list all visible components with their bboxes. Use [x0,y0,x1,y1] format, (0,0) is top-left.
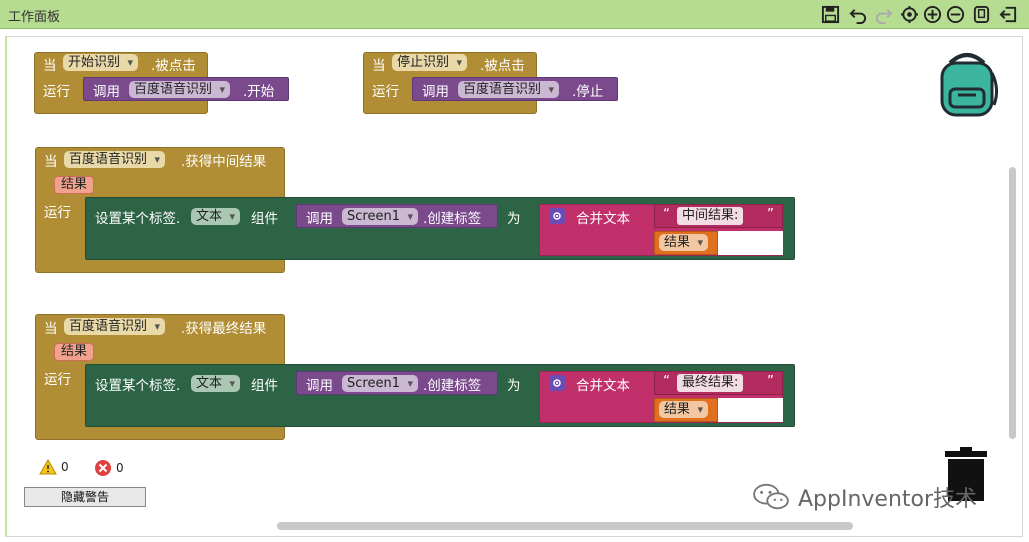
property-dropdown-text[interactable]: 文本 [191,208,241,225]
string-value-final[interactable]: 最终结果: [677,374,744,392]
button-dropdown-start[interactable]: 开始识别 [63,54,139,71]
call-label: 调用 [306,211,333,227]
when-label: 当 [43,58,57,74]
component-dropdown-baidu[interactable]: 百度语音识别 [64,318,166,335]
component-label: 组件 [251,211,278,227]
error-icon [95,460,111,476]
do-label: 运行 [44,205,71,221]
call-label: 调用 [306,378,333,394]
warning-icon [39,459,57,475]
to-label: 为 [507,211,521,227]
method-stop-label: .停止 [572,84,604,100]
click-event-label: .被点击 [480,58,525,74]
do-label: 运行 [43,84,70,100]
set-label-prefix: 设置某个标签. [95,211,181,227]
get-result-dropdown[interactable]: 结果 [659,401,709,418]
property-dropdown-text[interactable]: 文本 [191,375,241,392]
result-parameter[interactable]: 结果 [54,176,95,194]
workspace-titlebar: 工作面板 [0,0,1029,29]
when-label: 当 [44,321,58,337]
to-label: 为 [507,378,521,394]
hide-warnings-button[interactable]: 隐藏警告 [24,487,146,507]
join-label: 合并文本 [576,378,630,394]
blocks-workspace[interactable]: 当 开始识别 .被点击 运行 调用 百度语音识别 .开始 当 停止识别 .被点击… [5,36,1023,537]
do-label: 运行 [372,84,399,100]
result-parameter[interactable]: 结果 [54,343,95,361]
component-dropdown-baidu[interactable]: 百度语音识别 [129,81,231,98]
string-value-partial[interactable]: 中间结果: [677,207,744,225]
create-label-method: .创建标签 [423,378,482,394]
warning-indicator[interactable]: 0 [39,459,69,475]
zoom-out-icon[interactable] [945,3,965,25]
error-count: 0 [116,461,124,475]
panel-title: 工作面板 [8,10,61,25]
method-start-label: .开始 [243,84,275,100]
screen-dropdown[interactable]: Screen1 [342,208,418,225]
center-icon[interactable] [899,3,919,25]
join-label: 合并文本 [576,211,630,227]
error-indicator[interactable]: 0 [94,459,124,477]
click-event-label: .被点击 [151,58,196,74]
call-label: 调用 [422,84,449,100]
partial-event-label: .获得中间结果 [181,154,267,170]
undo-icon[interactable] [848,3,868,25]
vertical-scrollbar[interactable] [1009,167,1016,439]
wechat-icon [753,483,789,510]
save-icon[interactable] [820,3,840,25]
gear-icon[interactable] [549,208,565,224]
gear-icon[interactable] [549,375,565,391]
component-dropdown-baidu[interactable]: 百度语音识别 [458,81,560,98]
get-result-dropdown[interactable]: 结果 [659,234,709,251]
watermark-text: AppInventor技术 [798,487,978,512]
warning-count: 0 [61,460,69,474]
quote-open: “ [663,373,670,389]
final-event-label: .获得最终结果 [181,321,267,337]
quote-close: ” [767,206,774,222]
when-label: 当 [44,154,58,170]
do-label: 运行 [44,372,71,388]
watermark: AppInventor技术 [752,481,977,513]
set-label-prefix: 设置某个标签. [95,378,181,394]
quote-close: ” [767,373,774,389]
join-empty-socket [718,398,783,422]
exit-icon[interactable] [998,3,1018,25]
download-icon[interactable] [971,3,991,25]
join-empty-socket [718,231,783,255]
redo-icon[interactable] [873,3,893,25]
call-label: 调用 [93,84,120,100]
when-label: 当 [372,58,386,74]
zoom-in-icon[interactable] [922,3,942,25]
horizontal-scrollbar[interactable] [277,522,853,530]
backpack-icon[interactable] [932,49,1002,119]
component-label: 组件 [251,378,278,394]
create-label-method: .创建标签 [423,211,482,227]
screen-dropdown[interactable]: Screen1 [342,375,418,392]
button-dropdown-stop[interactable]: 停止识别 [392,54,468,71]
quote-open: “ [663,206,670,222]
component-dropdown-baidu[interactable]: 百度语音识别 [64,151,166,168]
